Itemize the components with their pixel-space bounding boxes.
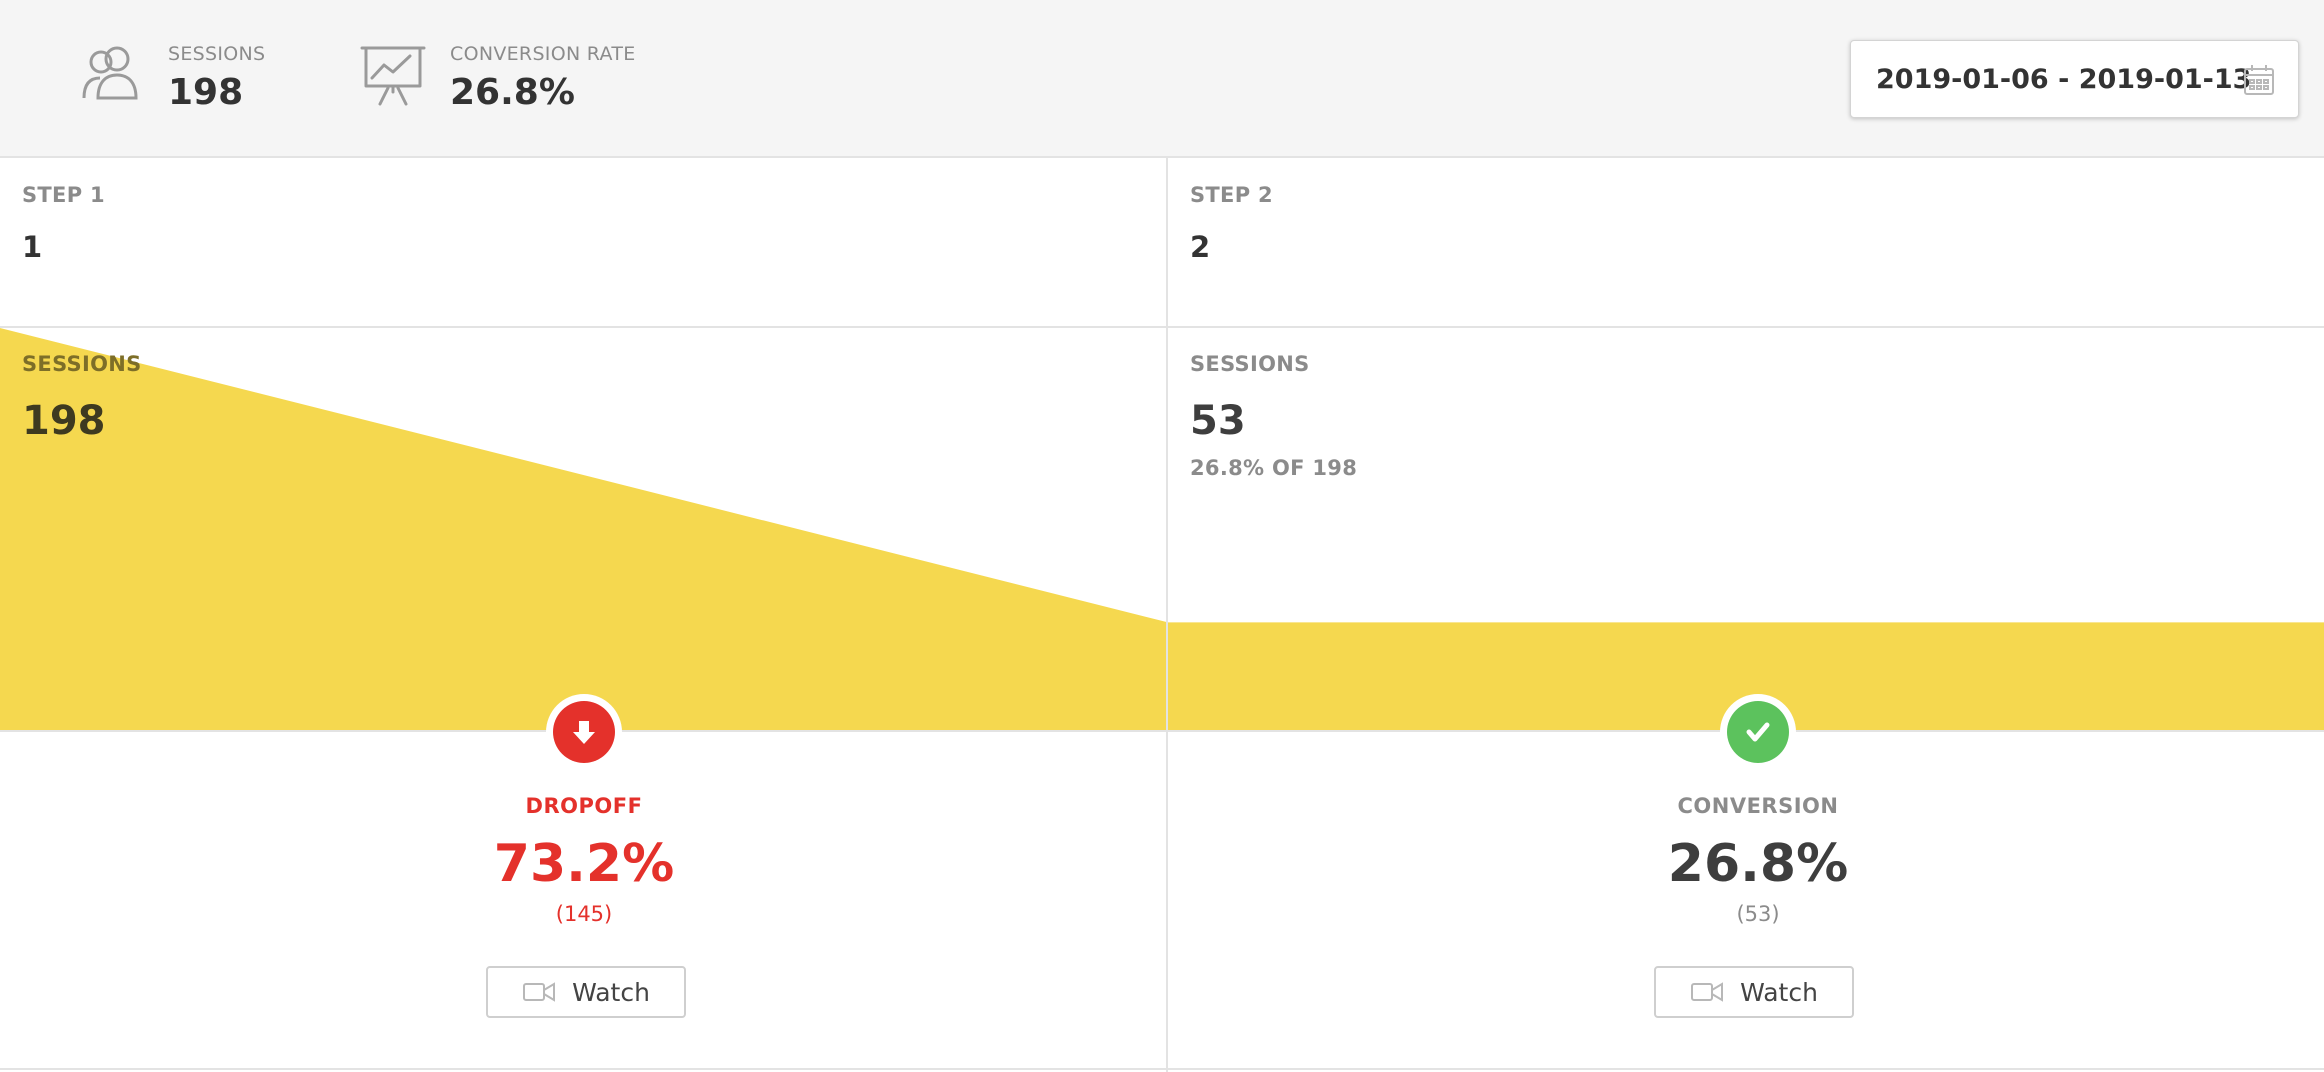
watch-button-label: Watch bbox=[572, 977, 650, 1007]
step-header: STEP 2 2 bbox=[1168, 158, 2324, 328]
step-title: STEP 1 bbox=[22, 183, 105, 207]
step-sessions-value: 53 bbox=[1190, 398, 1246, 444]
step-header: STEP 1 1 bbox=[0, 158, 1166, 328]
step-name: 2 bbox=[1190, 230, 1211, 264]
checkmark-icon bbox=[1727, 701, 1789, 763]
video-camera-icon bbox=[1691, 982, 1724, 1002]
conversion-badge bbox=[1720, 694, 1796, 770]
calendar-icon bbox=[2242, 63, 2276, 97]
step-sessions-share: 26.8% OF 198 bbox=[1190, 456, 1358, 480]
presentation-chart-icon bbox=[358, 40, 428, 110]
sessions-stat: SESSIONS 198 bbox=[76, 40, 265, 116]
video-camera-icon bbox=[523, 982, 556, 1002]
conversion-count: (53) bbox=[1736, 902, 1780, 926]
funnel-step-1: STEP 1 1 SESSIONS 198 DROPOFF 73.2% (145… bbox=[0, 158, 1168, 1072]
dropoff-percent: 73.2% bbox=[493, 834, 675, 894]
funnel-step-2: STEP 2 2 SESSIONS 53 26.8% OF 198 CONVER… bbox=[1168, 158, 2324, 1072]
arrow-down-icon bbox=[553, 701, 615, 763]
watch-button-label: Watch bbox=[1740, 977, 1818, 1007]
bottom-divider bbox=[0, 1068, 2324, 1070]
sessions-stat-value: 198 bbox=[168, 72, 244, 113]
funnel-fill-shape bbox=[0, 328, 1166, 730]
users-icon bbox=[76, 40, 146, 110]
conversion-percent: 26.8% bbox=[1667, 834, 1849, 894]
conversion-label: CONVERSION bbox=[1677, 794, 1839, 818]
dropoff-section: DROPOFF 73.2% (145) Watch bbox=[0, 694, 1166, 1072]
step-title: STEP 2 bbox=[1190, 183, 1273, 207]
conversion-section: CONVERSION 26.8% (53) Watch bbox=[1168, 694, 2324, 1072]
date-range-picker[interactable]: 2019-01-06 - 2019-01-13 bbox=[1850, 40, 2299, 118]
conversion-rate-stat: CONVERSION RATE 26.8% bbox=[358, 40, 636, 116]
step-sessions-value: 198 bbox=[22, 398, 106, 444]
watch-conversion-button[interactable]: Watch bbox=[1654, 966, 1854, 1018]
step-name: 1 bbox=[22, 230, 43, 264]
conversion-rate-stat-value: 26.8% bbox=[450, 72, 575, 113]
date-range-value: 2019-01-06 - 2019-01-13 bbox=[1876, 64, 2252, 95]
dropoff-count: (145) bbox=[555, 902, 613, 926]
funnel-fill-shape bbox=[1168, 622, 2324, 730]
summary-header: SESSIONS 198 CONVERSION RATE 26.8% 2019-… bbox=[0, 0, 2324, 158]
watch-dropoff-button[interactable]: Watch bbox=[486, 966, 686, 1018]
step-sessions-label: SESSIONS bbox=[22, 352, 142, 376]
step-sessions-area: SESSIONS 53 26.8% OF 198 bbox=[1168, 328, 2324, 730]
dropoff-label: DROPOFF bbox=[525, 794, 643, 818]
conversion-rate-stat-label: CONVERSION RATE bbox=[450, 43, 636, 65]
step-sessions-area: SESSIONS 198 bbox=[0, 328, 1166, 730]
step-sessions-label: SESSIONS bbox=[1190, 352, 1310, 376]
sessions-stat-label: SESSIONS bbox=[168, 43, 266, 65]
dropoff-badge bbox=[546, 694, 622, 770]
